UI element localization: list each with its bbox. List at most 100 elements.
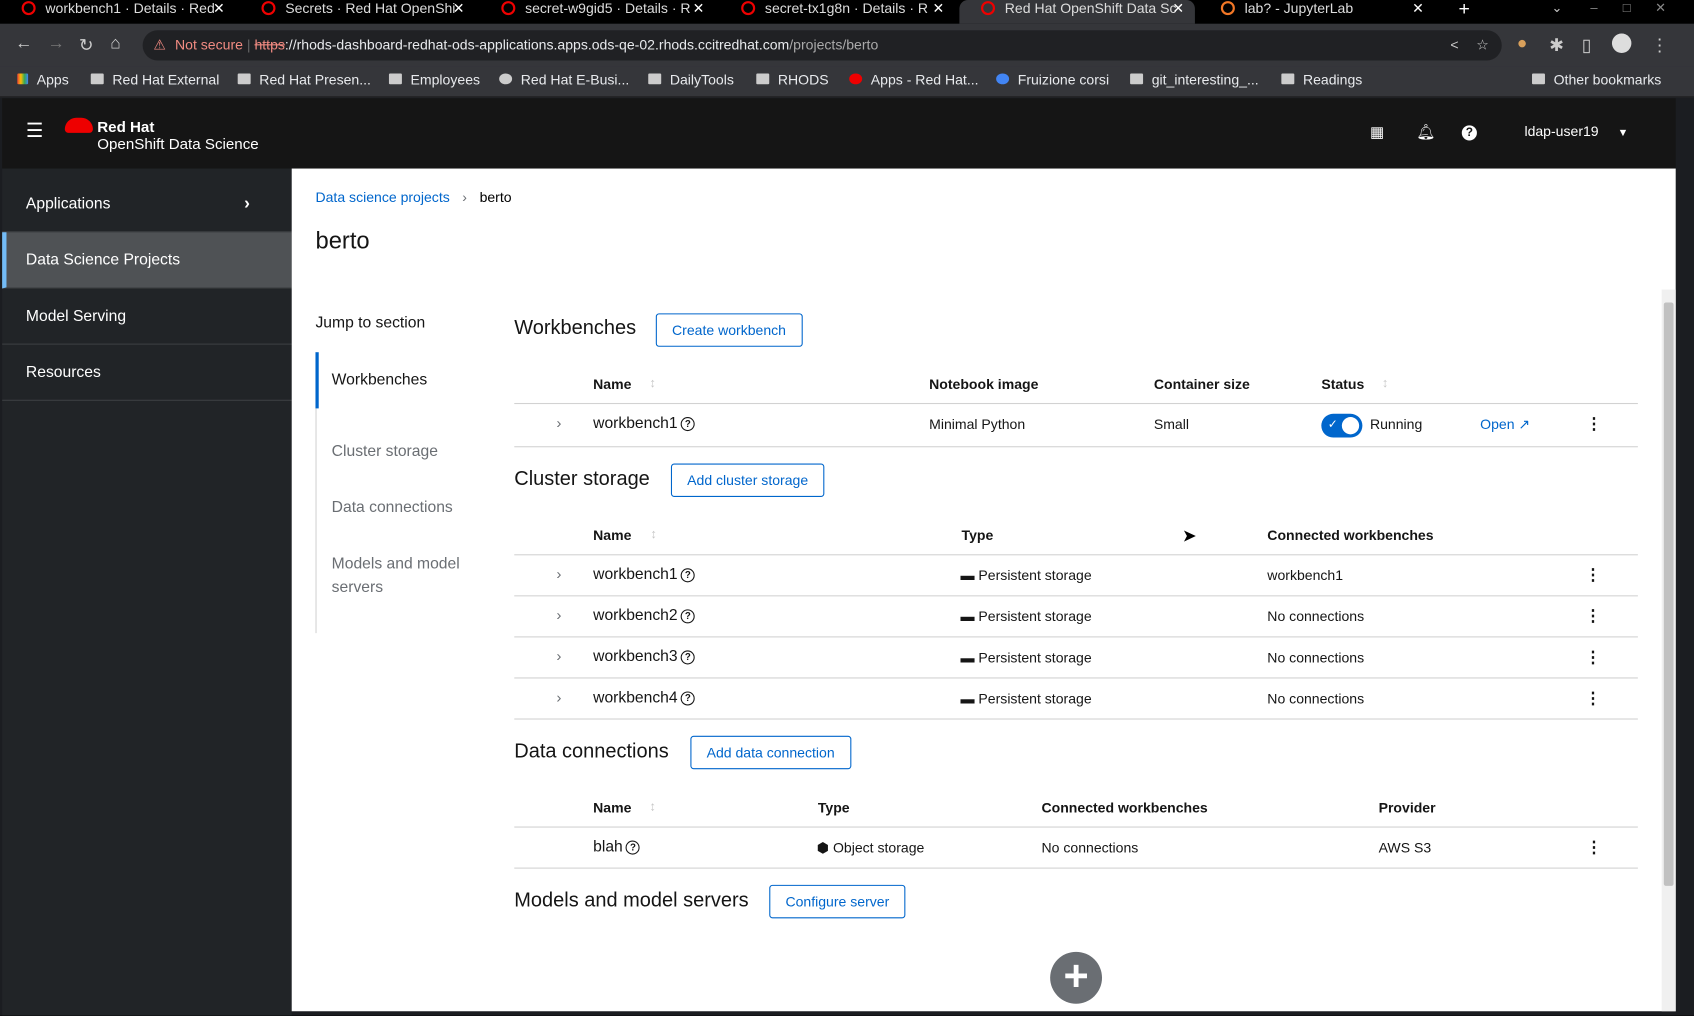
create-workbench-button[interactable]: Create workbench [655,313,803,347]
not-secure-label: Not secure [175,36,243,53]
sort-icon[interactable]: ↕ [650,526,656,541]
folder-icon [1130,73,1144,85]
browser-tab-active[interactable]: Red Hat OpenShift Data Sc ✕ [959,0,1195,24]
bookmark-apps[interactable]: Apps [17,71,69,88]
column-header-status[interactable]: Status [1321,376,1364,392]
close-icon[interactable]: ✕ [453,0,465,17]
kebab-menu-icon[interactable]: ⋮ [1585,606,1601,625]
expand-chevron-icon[interactable]: › [556,606,561,623]
configure-server-button[interactable]: Configure server [769,884,906,919]
scrollbar-thumb[interactable] [1663,302,1674,886]
url-path: /projects/berto [789,36,879,53]
forward-icon[interactable]: → [48,35,65,54]
home-icon[interactable]: ⌂ [110,35,120,54]
check-icon: ✓ [1327,418,1338,432]
provider: AWS S3 [1378,839,1432,856]
share-icon[interactable]: < [1450,30,1458,60]
user-menu[interactable]: ldap-user19 ▼ [1524,123,1628,139]
cookie-icon[interactable]: ● [1517,35,1527,54]
bookmark-folder[interactable]: Employees [388,71,480,88]
jump-link-models[interactable]: Models and model servers [317,552,479,600]
back-icon[interactable]: ← [15,35,32,54]
help-icon[interactable]: ? [680,650,695,665]
jump-link-workbenches[interactable]: Workbenches [315,352,477,409]
redhat-icon [849,73,863,85]
breadcrumb-link-projects[interactable]: Data science projects [315,189,449,205]
bookmark-folder[interactable]: DailyTools [648,71,734,88]
help-icon[interactable]: ? [1461,125,1477,141]
jump-to-section-title: Jump to section [315,314,426,332]
bookmark-folder[interactable]: git_interesting_... [1130,71,1259,88]
bell-icon[interactable]: 🔔︎ [1416,123,1435,141]
expand-chevron-icon[interactable]: › [556,414,561,431]
url-input[interactable]: ⚠ Not secure | https://rhods-dashboard-r… [142,30,1502,61]
scrollbar[interactable] [1661,289,1676,1012]
kebab-menu-icon[interactable]: ⋮ [1586,414,1602,433]
bookmark-link[interactable]: Apps - Red Hat... [849,71,979,88]
close-icon[interactable]: ✕ [1172,0,1184,17]
storage-name: workbench4? [593,689,695,707]
sidebar-item-applications[interactable]: Applications › [2,176,292,233]
expand-chevron-icon[interactable]: › [556,688,561,705]
sidebar-item-data-science-projects[interactable]: Data Science Projects [2,232,292,289]
globe-icon [499,73,513,85]
minimize-button[interactable]: – [1590,0,1597,15]
add-data-connection-button[interactable]: Add data connection [690,735,851,770]
close-icon[interactable]: ✕ [932,0,944,17]
bookmark-link[interactable]: Red Hat E-Busi... [499,71,629,88]
column-header-name[interactable]: Name [593,527,631,543]
bookmark-folder[interactable]: Red Hat Presen... [237,71,371,88]
sort-icon[interactable]: ↕ [649,798,655,813]
column-header-name[interactable]: Name [593,799,631,815]
profile-avatar[interactable] [1611,33,1632,53]
sidebar-item-resources[interactable]: Resources [2,345,292,401]
browser-tab[interactable]: secret-tx1g8n · Details · R ✕ [720,0,956,24]
expand-chevron-icon[interactable]: › [556,565,561,582]
tab-search-chevron-icon[interactable]: ⌄ [1551,0,1562,15]
bookmark-folder[interactable]: Red Hat External [90,71,219,88]
add-cluster-storage-button[interactable]: Add cluster storage [670,463,825,497]
window-close-button[interactable]: ✕ [1655,0,1666,15]
sort-icon[interactable]: ↕ [649,375,655,390]
browser-tab[interactable]: lab? - JupyterLab ✕ [1199,0,1435,24]
workbench-status-toggle[interactable]: ✓ [1321,413,1363,438]
app-launcher-grid-icon[interactable]: ▦ [1370,123,1384,141]
extensions-icon[interactable]: ✱ [1549,35,1563,57]
sidebar-item-model-serving[interactable]: Model Serving [2,288,292,345]
bookmark-star-icon[interactable]: ☆ [1476,30,1489,60]
bookmark-folder[interactable]: Readings [1281,71,1362,88]
help-icon[interactable]: ? [680,568,695,583]
kebab-menu-icon[interactable]: ⋮ [1585,647,1601,666]
bookmark-folder[interactable]: RHODS [756,71,829,88]
kebab-menu-icon[interactable]: ⋮ [1585,565,1601,584]
column-header-name[interactable]: Name [593,376,631,392]
browser-menu-icon[interactable]: ⋮ [1651,35,1668,57]
browser-tab[interactable]: Secrets · Red Hat OpenShi ✕ [240,0,476,24]
close-icon[interactable]: ✕ [693,0,705,17]
kebab-menu-icon[interactable]: ⋮ [1586,837,1602,856]
close-icon[interactable]: ✕ [213,0,225,17]
open-workbench-link[interactable]: Open ↗ [1480,416,1530,433]
hamburger-menu-icon[interactable]: ☰ [26,120,43,143]
help-icon[interactable]: ? [680,417,695,432]
new-tab-button[interactable]: + [1459,0,1470,21]
sort-icon[interactable]: ↕ [1382,375,1388,390]
other-bookmarks[interactable]: Other bookmarks [1532,71,1661,88]
help-icon[interactable]: ? [626,840,641,855]
browser-tab[interactable]: secret-w9gid5 · Details · R ✕ [480,0,716,24]
expand-chevron-icon[interactable]: › [556,647,561,664]
browser-tab[interactable]: workbench1 · Details · Red ✕ [0,0,236,24]
help-icon[interactable]: ? [680,691,695,706]
side-panel-icon[interactable]: ▯ [1582,35,1592,57]
kebab-menu-icon[interactable]: ⋮ [1585,688,1601,707]
close-icon[interactable]: ✕ [1412,0,1424,17]
maximize-button[interactable]: □ [1623,0,1631,15]
reload-icon[interactable]: ↻ [79,35,93,57]
container-size: Small [1153,415,1189,433]
chevron-right-icon: › [244,194,250,213]
help-icon[interactable]: ? [680,609,695,624]
jump-link-data-connections[interactable]: Data connections [317,496,479,520]
bookmarks-bar: Apps Red Hat External Red Hat Presen... … [0,66,1694,98]
bookmark-link[interactable]: Fruizione corsi [996,71,1109,88]
jump-link-cluster-storage[interactable]: Cluster storage [317,440,479,464]
